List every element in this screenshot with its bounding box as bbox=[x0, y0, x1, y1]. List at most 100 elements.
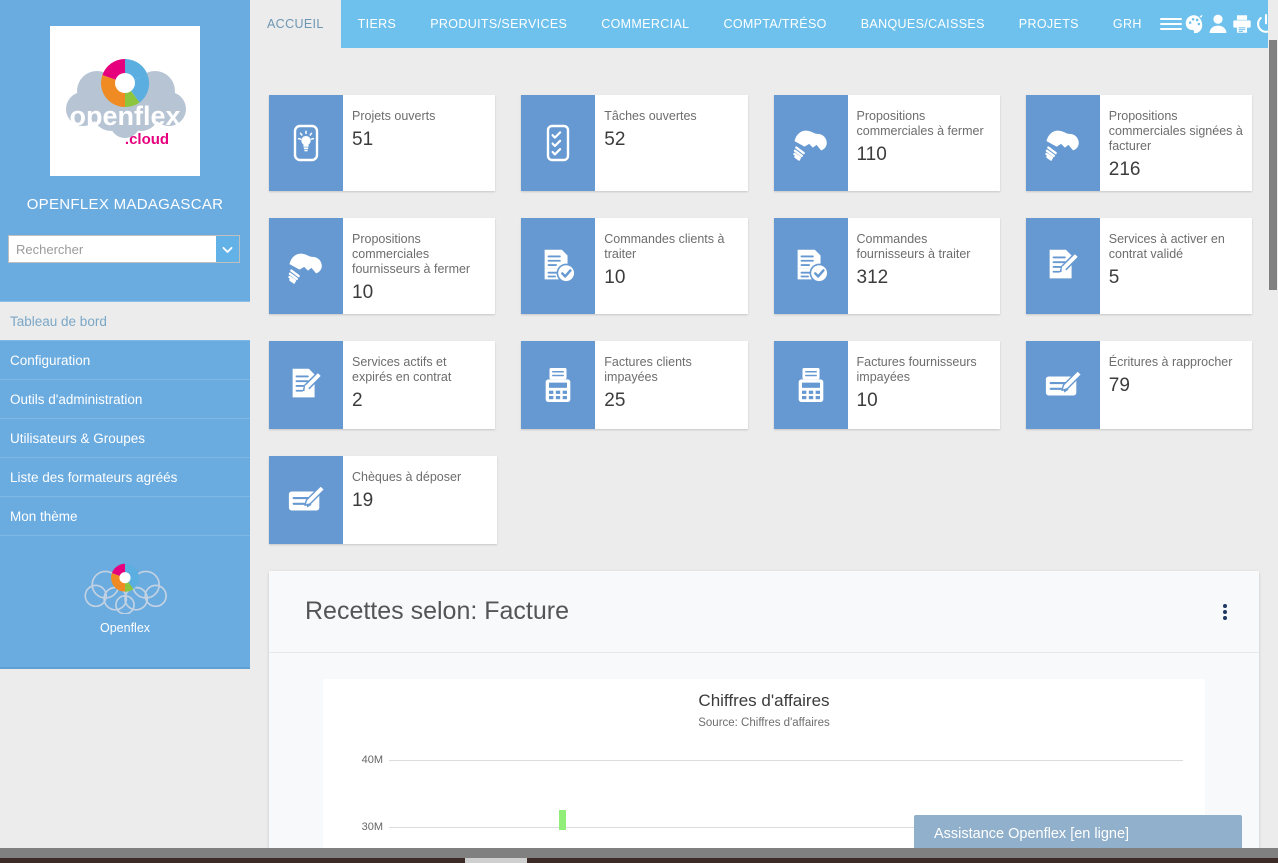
handshake-icon bbox=[1025, 95, 1100, 191]
os-taskbar-item[interactable] bbox=[465, 858, 527, 863]
card-body: Tâches ouvertes 52 bbox=[595, 95, 704, 191]
card-value: 312 bbox=[856, 267, 889, 288]
tab-label: COMMERCIAL bbox=[601, 17, 690, 31]
stat-card-propositions-commerciales-a-fermer[interactable]: Propositions commerciales à fermer 110 bbox=[773, 95, 1000, 191]
user-account-icon[interactable] bbox=[1206, 0, 1230, 48]
assistance-label: Assistance Openflex [en ligne] bbox=[934, 826, 1130, 842]
dashboard-cards: Projets ouverts 51 Tâches ouvertes 52 Pr… bbox=[250, 48, 1278, 544]
svg-text:.cloud: .cloud bbox=[125, 131, 169, 148]
stat-card-services-actifs-et-expires-en-contrat[interactable]: Services actifs et expirés en contrat 2 bbox=[269, 341, 496, 429]
card-body: Propositions commerciales fournisseurs à… bbox=[343, 218, 495, 314]
handshake-icon bbox=[773, 95, 848, 191]
tab-compta-treso[interactable]: COMPTA/TRÉSO bbox=[706, 0, 843, 48]
cheque-pen-icon bbox=[1025, 341, 1100, 429]
tab-commercial[interactable]: COMMERCIAL bbox=[584, 0, 706, 48]
card-value: 19 bbox=[352, 490, 374, 511]
stat-card-commandes-fournisseurs-a-traiter[interactable]: Commandes fournisseurs à traiter 312 bbox=[773, 218, 1000, 314]
tab-label: TIERS bbox=[357, 17, 397, 31]
card-body: Projets ouverts 51 bbox=[343, 95, 443, 191]
card-body: Factures fournisseurs impayées 10 bbox=[848, 341, 1000, 429]
tab-label: COMPTA/TRÉSO bbox=[723, 17, 827, 31]
ytick-label: 40M bbox=[361, 754, 383, 766]
brand-name: OPENFLEX MADAGASCAR bbox=[26, 196, 224, 213]
kebab-dot bbox=[1223, 609, 1227, 614]
card-body: Services actifs et expirés en contrat 2 bbox=[343, 341, 495, 429]
hamburger-menu-icon[interactable] bbox=[1159, 0, 1183, 48]
kebab-menu-icon[interactable] bbox=[1215, 596, 1235, 628]
card-value: 10 bbox=[856, 390, 878, 411]
sidebar-empty-area bbox=[0, 669, 250, 863]
chevron-down-icon[interactable] bbox=[216, 235, 240, 263]
stat-card-commandes-clients-a-traiter[interactable]: Commandes clients à traiter 10 bbox=[521, 218, 748, 314]
stat-card-factures-clients-impayees[interactable]: Factures clients impayées 25 bbox=[521, 341, 748, 429]
sidebar-item-configuration[interactable]: Configuration bbox=[0, 341, 250, 380]
lightbulb-icon bbox=[269, 95, 343, 191]
card-label: Tâches ouvertes bbox=[604, 109, 697, 123]
sidebar-item-tableau-de-bord[interactable]: Tableau de bord bbox=[0, 302, 250, 341]
top-navigation: ACCUEIL TIERS PRODUITS/SERVICES COMMERCI… bbox=[250, 0, 1278, 48]
stat-card-taches-ouvertes[interactable]: Tâches ouvertes 52 bbox=[521, 95, 748, 191]
stat-card-ecritures-a-rapprocher[interactable]: Écritures à rapprocher 79 bbox=[1025, 341, 1252, 429]
sidebar-item-label: Tableau de bord bbox=[10, 313, 107, 329]
card-body: Factures clients impayées 25 bbox=[595, 341, 747, 429]
search-input[interactable] bbox=[8, 235, 216, 263]
card-value: 2 bbox=[352, 390, 363, 411]
cheque-pen-icon bbox=[269, 456, 343, 544]
sidebar-item-label: Liste des formateurs agréés bbox=[10, 469, 178, 485]
card-value: 110 bbox=[856, 144, 887, 165]
tab-label: BANQUES/CAISSES bbox=[860, 17, 985, 31]
vertical-scrollbar-thumb[interactable] bbox=[1269, 40, 1277, 290]
card-label: Propositions commerciales à fermer bbox=[856, 109, 984, 138]
stat-card-propositions-commerciales-signees-a-facturer[interactable]: Propositions commerciales signées à fact… bbox=[1025, 95, 1252, 191]
card-label: Factures clients impayées bbox=[604, 355, 692, 384]
stat-card-projets-ouverts[interactable]: Projets ouverts 51 bbox=[269, 95, 496, 191]
stat-card-factures-fournisseurs-impayees[interactable]: Factures fournisseurs impayées 10 bbox=[773, 341, 1000, 429]
tab-accueil[interactable]: ACCUEIL bbox=[250, 0, 341, 48]
stat-card-cheques-a-deposer[interactable]: Chèques à déposer 19 bbox=[269, 456, 497, 544]
tab-tiers[interactable]: TIERS bbox=[341, 0, 414, 48]
chart-subtitle: Source: Chiffres d'affaires bbox=[698, 717, 830, 729]
printer-icon[interactable] bbox=[1230, 0, 1254, 48]
openflex-cloud-logo: openflex .cloud bbox=[50, 26, 200, 176]
card-value: 10 bbox=[352, 282, 374, 303]
card-label: Commandes clients à traiter bbox=[604, 232, 725, 261]
tab-label: ACCUEIL bbox=[267, 17, 324, 31]
card-label: Propositions commerciales fournisseurs à… bbox=[352, 232, 471, 276]
chart-bar[interactable] bbox=[559, 810, 566, 830]
card-label: Projets ouverts bbox=[352, 109, 436, 123]
sidebar-item-mon-theme[interactable]: Mon thème bbox=[0, 497, 250, 536]
document-pen-icon bbox=[269, 341, 343, 429]
card-value: 5 bbox=[1108, 267, 1120, 288]
tab-label: PROJETS bbox=[1018, 17, 1079, 31]
terminal-invoice-icon bbox=[773, 341, 848, 429]
tab-grh[interactable]: GRH bbox=[1096, 0, 1159, 48]
terminal-invoice-icon bbox=[521, 341, 596, 429]
card-label: Services actifs et expirés en contrat bbox=[352, 355, 452, 384]
tab-banques-caisses[interactable]: BANQUES/CAISSES bbox=[844, 0, 1002, 48]
card-body: Commandes clients à traiter 10 bbox=[595, 218, 747, 314]
card-label: Propositions commerciales signées à fact… bbox=[1108, 109, 1243, 153]
card-value: 51 bbox=[352, 129, 374, 150]
card-row: Services actifs et expirés en contrat 2 bbox=[269, 341, 1278, 429]
sidebar-item-utilisateurs-groupes[interactable]: Utilisateurs & Groupes bbox=[0, 419, 250, 458]
card-body: Propositions commerciales à fermer 110 bbox=[848, 95, 1000, 191]
paint-palette-icon[interactable] bbox=[1183, 0, 1207, 48]
document-pen-icon bbox=[1025, 218, 1100, 314]
tab-projets[interactable]: PROJETS bbox=[1002, 0, 1096, 48]
tab-produits-services[interactable]: PRODUITS/SERVICES bbox=[413, 0, 584, 48]
stat-card-propositions-fournisseurs-a-fermer[interactable]: Propositions commerciales fournisseurs à… bbox=[269, 218, 496, 314]
sidebar-menu: Tableau de bord Configuration Outils d'a… bbox=[0, 301, 250, 536]
card-label: Services à activer en contrat validé bbox=[1108, 232, 1225, 261]
stat-card-services-a-activer-en-contrat-valide[interactable]: Services à activer en contrat validé 5 bbox=[1025, 218, 1252, 314]
ytick-label: 30M bbox=[361, 821, 383, 833]
card-value: 79 bbox=[1108, 375, 1130, 396]
tab-label: PRODUITS/SERVICES bbox=[430, 17, 568, 31]
sidebar-item-liste-formateurs-agrees[interactable]: Liste des formateurs agréés bbox=[0, 458, 250, 497]
card-row: Chèques à déposer 19 bbox=[269, 456, 1278, 544]
handshake-icon bbox=[269, 218, 343, 314]
sidebar-item-outils-administration[interactable]: Outils d'administration bbox=[0, 380, 250, 419]
chart-title: Chiffres d'affaires bbox=[698, 691, 830, 710]
document-check-icon bbox=[773, 218, 848, 314]
sidebar: openflex .cloud OPENFLEX MADAGASCAR Tabl… bbox=[0, 0, 250, 863]
card-body: Commandes fournisseurs à traiter 312 bbox=[848, 218, 1000, 314]
